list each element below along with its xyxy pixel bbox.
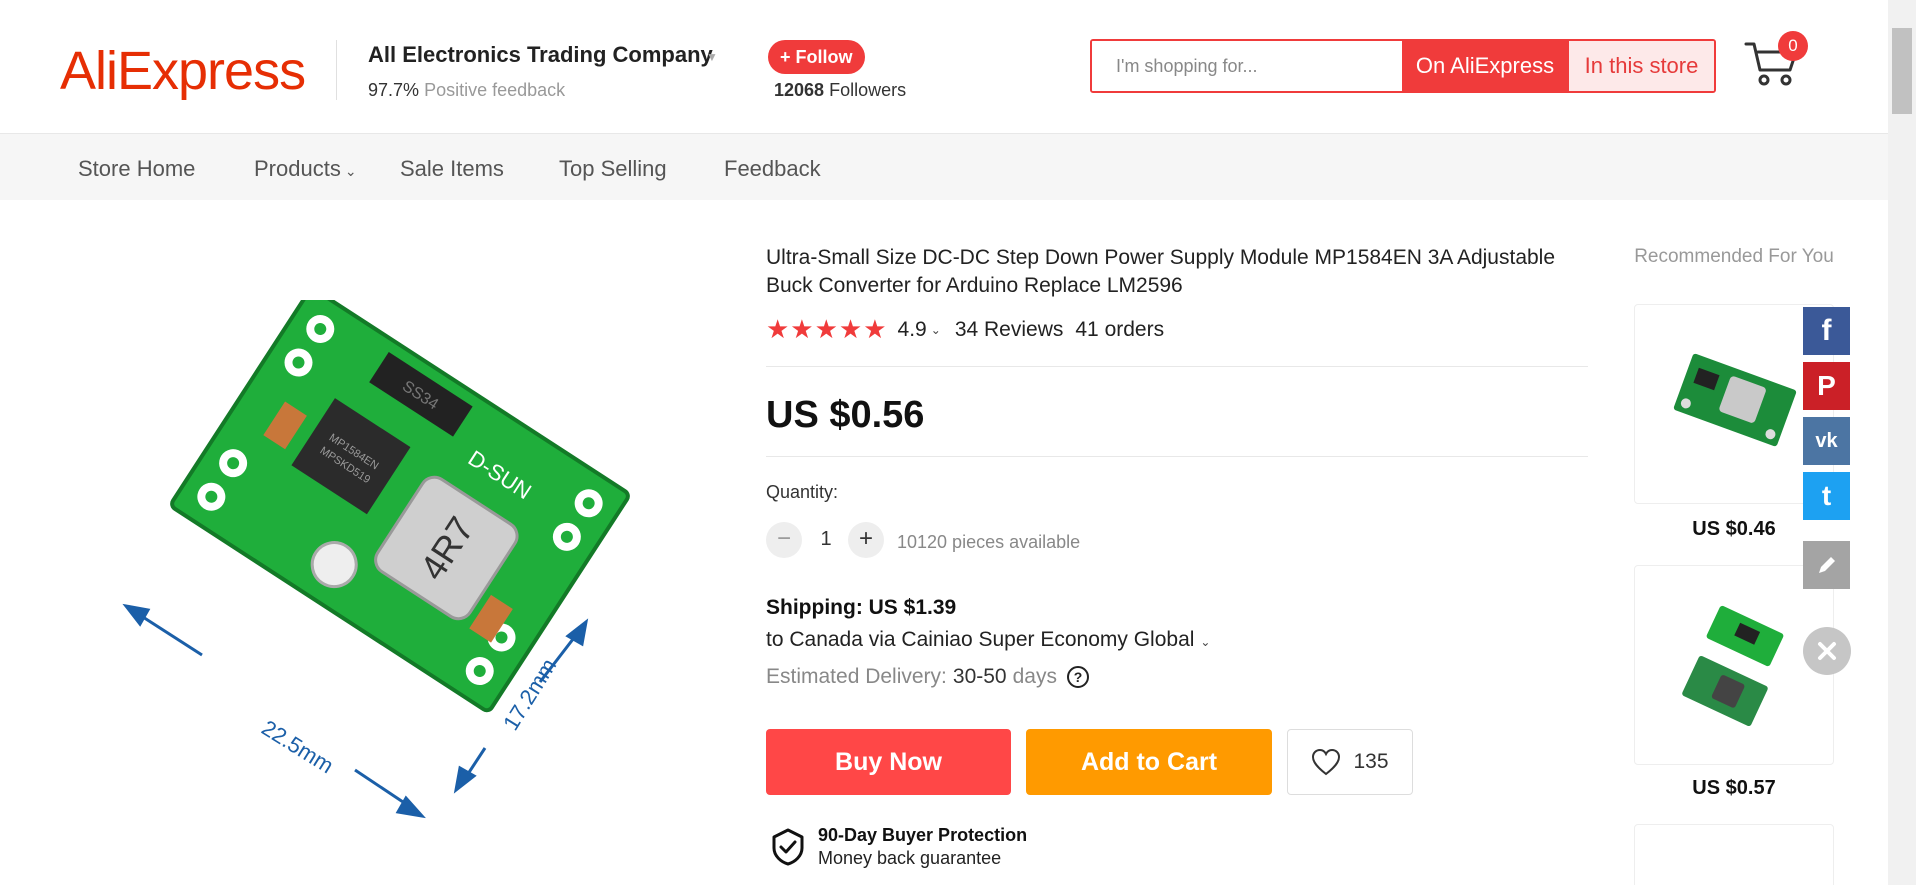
delivery-unit: days xyxy=(1012,665,1057,688)
reviews-link[interactable]: 34 Reviews xyxy=(955,318,1064,342)
nav-feedback[interactable]: Feedback xyxy=(724,156,821,182)
edit-icon[interactable] xyxy=(1803,541,1850,589)
followers-count: 12068 Followers xyxy=(774,80,906,101)
nav-products[interactable]: Products ⌄ xyxy=(254,156,357,182)
twitter-icon[interactable]: t xyxy=(1803,472,1850,520)
pencil-icon xyxy=(1818,557,1835,573)
store-nav: Store Home Products ⌄ Sale Items Top Sell… xyxy=(0,134,1888,200)
orders-count: 41 orders xyxy=(1075,317,1165,341)
buyer-protection-subtitle: Money back guarantee xyxy=(818,848,1002,868)
help-icon[interactable]: ? xyxy=(1066,666,1089,688)
store-feedback: 97.7% Positive feedback xyxy=(368,80,565,101)
quantity-label: Quantity: xyxy=(766,482,839,502)
shipping-method-label: to Canada via Cainiao Super Economy Glob… xyxy=(766,628,1195,651)
facebook-icon[interactable]: f xyxy=(1803,307,1850,355)
rating-row: ★★★★★ 4.9 ⌄ 34 Reviews 41 orders xyxy=(766,314,1164,345)
delivery-range: 30-50 xyxy=(952,665,1007,688)
search-input[interactable] xyxy=(1092,41,1402,91)
delivery-label: Estimated Delivery: xyxy=(766,665,947,688)
heart-icon xyxy=(1312,748,1341,776)
feedback-label: Positive feedback xyxy=(424,80,566,100)
quantity-decrease-button[interactable]: − xyxy=(766,522,802,558)
quantity-increase-button[interactable]: + xyxy=(848,522,884,558)
buyer-protection-title: 90-Day Buyer Protection xyxy=(818,825,1028,845)
store-header: AliExpress All Electronics Trading Compa… xyxy=(0,0,1888,134)
divider xyxy=(766,366,1588,367)
chevron-down-icon: ⌄ xyxy=(344,163,357,179)
recommended-title: Recommended For You xyxy=(1634,246,1834,267)
nav-sale-items[interactable]: Sale Items xyxy=(400,156,504,182)
chevron-down-icon[interactable]: ▼ xyxy=(706,50,718,64)
search-aliexpress-button[interactable]: On AliExpress xyxy=(1402,41,1568,91)
divider xyxy=(766,456,1588,457)
product-price: US $0.56 xyxy=(766,394,925,436)
followers-number: 12068 xyxy=(774,80,825,100)
recommended-product-image xyxy=(1682,605,1784,727)
close-icon[interactable] xyxy=(1803,627,1851,675)
store-name[interactable]: All Electronics Trading Company xyxy=(368,42,713,68)
feedback-percent: 97.7% xyxy=(368,80,420,100)
vk-icon[interactable]: vk xyxy=(1803,417,1850,465)
product-title: Ultra-Small Size DC-DC Step Down Power S… xyxy=(766,246,1556,297)
recommended-item[interactable] xyxy=(1634,565,1834,765)
shipping-method[interactable]: to Canada via Cainiao Super Economy Glob… xyxy=(766,628,1210,652)
recommended-price: US $0.57 xyxy=(1692,777,1776,799)
aliexpress-logo[interactable]: AliExpress xyxy=(60,40,306,102)
nav-top-selling[interactable]: Top Selling xyxy=(559,156,667,182)
chevron-down-icon[interactable]: ⌄ xyxy=(931,323,941,337)
wishlist-button[interactable]: 135 xyxy=(1287,729,1413,795)
follow-button[interactable]: + Follow xyxy=(768,40,865,74)
add-to-cart-button[interactable]: Add to Cart xyxy=(1026,729,1272,795)
pinterest-icon[interactable]: P xyxy=(1803,362,1850,410)
estimated-delivery: Estimated Delivery: 30-50 days ? xyxy=(766,665,1089,689)
recommended-item[interactable] xyxy=(1634,824,1834,885)
header-divider xyxy=(336,40,337,100)
buy-now-button[interactable]: Buy Now xyxy=(766,729,1011,795)
page-scrollbar[interactable] xyxy=(1888,0,1916,885)
stock-available: 10120 pieces available xyxy=(897,532,1081,552)
recommended-price: US $0.46 xyxy=(1692,518,1776,540)
product-image[interactable]: SS34 MP1584EN MPSKD519 4R7 D-SUN 22.5mm … xyxy=(110,300,730,860)
shield-check-icon xyxy=(772,828,804,866)
followers-label: Followers xyxy=(829,80,907,100)
scrollbar-thumb[interactable] xyxy=(1892,28,1912,114)
nav-products-label: Products xyxy=(254,156,341,181)
cart-count-badge: 0 xyxy=(1778,31,1808,61)
x-icon xyxy=(1818,642,1836,660)
quantity-value[interactable]: 1 xyxy=(816,528,836,551)
chevron-down-icon: ⌄ xyxy=(1200,635,1211,649)
wishlist-count: 135 xyxy=(1353,750,1389,773)
rating-value[interactable]: 4.9 xyxy=(898,318,927,342)
width-dimension-label: 22.5mm xyxy=(257,715,338,778)
shipping-cost: Shipping: US $1.39 xyxy=(766,596,957,619)
rating-stars-icon: ★★★★★ xyxy=(766,314,888,344)
nav-store-home[interactable]: Store Home xyxy=(78,156,195,182)
search-store-button[interactable]: In this store xyxy=(1568,41,1714,91)
search-bar: On AliExpress In this store xyxy=(1090,39,1716,93)
